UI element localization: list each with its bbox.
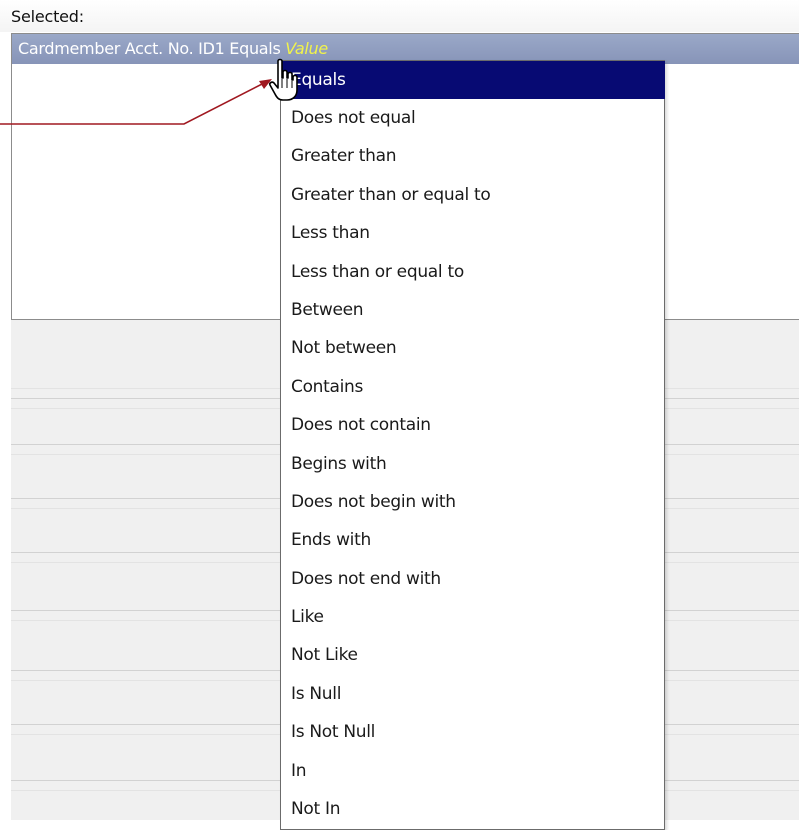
dropdown-option[interactable]: Equals: [280, 61, 665, 99]
dropdown-option[interactable]: Is Not Null: [281, 713, 664, 751]
dropdown-option[interactable]: Does not end with: [281, 560, 664, 598]
dropdown-option[interactable]: Ends with: [281, 521, 664, 559]
dropdown-option[interactable]: Is Null: [281, 675, 664, 713]
dropdown-option[interactable]: Not In: [281, 790, 664, 828]
condition-operator[interactable]: Equals: [229, 39, 281, 58]
dropdown-option[interactable]: Like: [281, 598, 664, 636]
dropdown-option[interactable]: Not between: [281, 329, 664, 367]
annotation-arrow: [0, 79, 272, 125]
dropdown-option[interactable]: Does not begin with: [281, 483, 664, 521]
condition-value-placeholder[interactable]: Value: [285, 39, 328, 58]
hand-pointer-icon: [269, 58, 298, 101]
dropdown-option[interactable]: Between: [281, 291, 664, 329]
dropdown-option[interactable]: Does not contain: [281, 406, 664, 444]
dropdown-option[interactable]: Less than or equal to: [281, 253, 664, 291]
dropdown-option[interactable]: Less than: [281, 214, 664, 252]
dropdown-option[interactable]: Contains: [281, 368, 664, 406]
dropdown-option[interactable]: Not Like: [281, 636, 664, 674]
dropdown-option[interactable]: Begins with: [281, 445, 664, 483]
selected-label: Selected:: [11, 7, 84, 26]
header-band: [0, 0, 799, 32]
dropdown-option[interactable]: Does not equal: [281, 99, 664, 137]
dropdown-option[interactable]: In: [281, 752, 664, 790]
dropdown-option[interactable]: Greater than or equal to: [281, 176, 664, 214]
dropdown-option[interactable]: Greater than: [281, 137, 664, 175]
condition-field: Cardmember Acct. No. ID1: [18, 39, 225, 58]
operator-dropdown-list[interactable]: Equals Does not equal Greater than Greater …: [280, 60, 665, 830]
